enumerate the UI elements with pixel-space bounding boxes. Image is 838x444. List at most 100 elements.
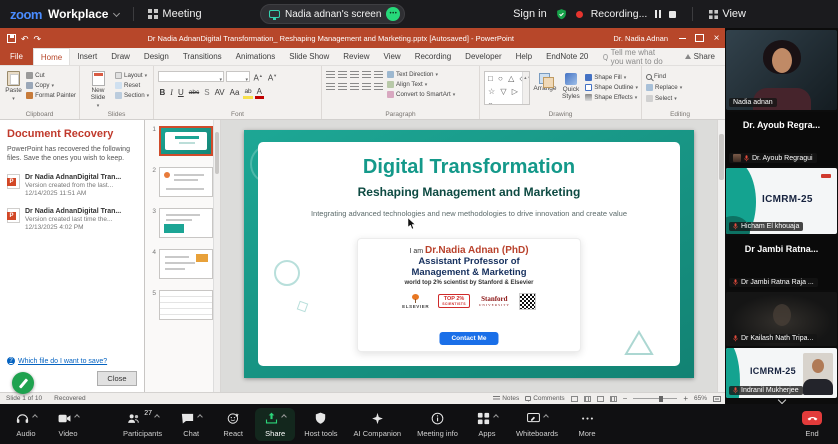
sign-in-button[interactable]: Sign in bbox=[513, 8, 547, 20]
layout-button[interactable]: Layout bbox=[115, 72, 149, 79]
chevron-up-icon[interactable] bbox=[154, 413, 160, 420]
tab-design[interactable]: Design bbox=[137, 48, 176, 65]
chevron-up-icon[interactable] bbox=[32, 413, 38, 420]
chevron-up-icon[interactable] bbox=[543, 413, 549, 420]
participants-button[interactable]: 27 Participants bbox=[116, 408, 169, 441]
slideshow-view-button[interactable] bbox=[609, 395, 617, 402]
chevron-down-icon[interactable] bbox=[113, 9, 121, 17]
recovered-file-item[interactable]: Dr Nadia AdnanDigital Tran... Version cr… bbox=[7, 174, 137, 197]
justify-icon[interactable] bbox=[362, 83, 371, 91]
slide-scrollbar[interactable] bbox=[717, 120, 725, 392]
zoom-slider[interactable] bbox=[633, 395, 678, 402]
tab-file[interactable]: File bbox=[0, 48, 33, 65]
video-tile-nadia[interactable]: Nadia adnan bbox=[726, 30, 837, 110]
tab-draw[interactable]: Draw bbox=[104, 48, 137, 65]
normal-view-button[interactable] bbox=[570, 395, 578, 402]
chat-button[interactable]: Chat bbox=[171, 408, 211, 441]
shapes-gallery-scrollbar[interactable]: ▲▼ bbox=[522, 72, 530, 104]
align-center-icon[interactable] bbox=[338, 83, 347, 91]
highlight-color-button[interactable]: ab bbox=[242, 87, 254, 99]
recovery-close-button[interactable]: Close bbox=[97, 371, 137, 386]
cut-button[interactable]: Cut bbox=[26, 72, 76, 79]
tab-developer[interactable]: Developer bbox=[458, 48, 508, 65]
increase-indent-icon[interactable] bbox=[362, 71, 371, 79]
decrease-font-button[interactable]: A bbox=[266, 71, 278, 83]
select-button[interactable]: Select bbox=[646, 95, 715, 102]
tab-slide-show[interactable]: Slide Show bbox=[282, 48, 336, 65]
chevron-up-icon[interactable] bbox=[281, 413, 288, 420]
zoom-in-button[interactable] bbox=[683, 394, 688, 403]
slide-thumbnail-2[interactable] bbox=[159, 167, 213, 197]
redo-icon[interactable] bbox=[34, 29, 42, 47]
share-options-icon[interactable] bbox=[386, 7, 401, 21]
whiteboards-button[interactable]: Whiteboards bbox=[509, 408, 565, 441]
stop-recording-button[interactable] bbox=[669, 10, 677, 18]
tab-home[interactable]: Home bbox=[32, 48, 71, 65]
tab-help[interactable]: Help bbox=[509, 48, 539, 65]
replace-button[interactable]: Replace bbox=[646, 84, 715, 91]
reading-view-button[interactable] bbox=[596, 395, 604, 402]
end-meeting-button[interactable]: End bbox=[792, 408, 832, 441]
new-slide-button[interactable]: New Slide bbox=[84, 69, 112, 109]
bold-button[interactable]: B bbox=[158, 88, 167, 97]
tell-me-box[interactable]: Tell me what you want to do bbox=[595, 48, 674, 66]
account-name[interactable]: Dr. Nadia Adnan bbox=[613, 34, 668, 43]
slide-sorter-view-button[interactable] bbox=[583, 395, 591, 402]
font-name-combo[interactable] bbox=[158, 71, 224, 83]
shape-effects-button[interactable]: Shape Effects bbox=[585, 94, 638, 101]
video-button[interactable]: Video bbox=[48, 408, 88, 441]
slide-thumbnail-3[interactable] bbox=[159, 208, 213, 238]
save-icon[interactable] bbox=[7, 33, 16, 43]
line-spacing-icon[interactable] bbox=[374, 71, 383, 79]
zoom-slider-thumb[interactable] bbox=[659, 395, 663, 402]
section-button[interactable]: Section bbox=[115, 92, 149, 99]
more-button[interactable]: More bbox=[567, 408, 607, 441]
slide-thumbnail-1[interactable] bbox=[159, 126, 213, 156]
meeting-info-button[interactable]: Meeting info bbox=[410, 408, 465, 441]
format-painter-button[interactable]: Format Painter bbox=[26, 92, 76, 99]
tab-review[interactable]: Review bbox=[336, 48, 376, 65]
tab-endnote[interactable]: EndNote 20 bbox=[539, 48, 595, 65]
tab-animations[interactable]: Animations bbox=[229, 48, 283, 65]
close-button[interactable]: × bbox=[708, 28, 725, 48]
slide-thumbnail-5[interactable] bbox=[159, 290, 213, 320]
find-button[interactable]: Find bbox=[646, 73, 715, 80]
ai-companion-button[interactable]: AI Companion bbox=[347, 408, 409, 441]
tab-insert[interactable]: Insert bbox=[70, 48, 104, 65]
shared-screen-pill[interactable]: Nadia adnan's screen bbox=[260, 4, 406, 24]
align-left-icon[interactable] bbox=[326, 83, 335, 91]
view-button[interactable]: View bbox=[709, 8, 746, 20]
italic-button[interactable]: I bbox=[169, 88, 175, 97]
font-color-button[interactable]: A bbox=[255, 87, 264, 99]
zoom-out-button[interactable] bbox=[623, 394, 628, 403]
meeting-tab[interactable]: Meeting bbox=[148, 8, 202, 20]
host-tools-button[interactable]: Host tools bbox=[297, 408, 344, 441]
floating-green-badge[interactable] bbox=[12, 372, 34, 394]
tab-recording[interactable]: Recording bbox=[408, 48, 458, 65]
video-tile-hicham[interactable]: ICMRM-25 Hicham El khouaja bbox=[726, 168, 837, 234]
font-size-combo[interactable] bbox=[226, 71, 250, 83]
comments-button[interactable]: Comments bbox=[525, 395, 565, 402]
align-right-icon[interactable] bbox=[350, 83, 359, 91]
audio-button[interactable]: Audio bbox=[6, 408, 46, 441]
shapes-gallery[interactable]: ▲▼ bbox=[484, 71, 531, 105]
shape-fill-button[interactable]: Shape Fill bbox=[585, 74, 638, 81]
recovered-file-item[interactable]: Dr Nadia AdnanDigital Tran... Version cr… bbox=[7, 208, 137, 231]
paste-button[interactable]: Paste bbox=[4, 69, 23, 102]
decrease-indent-icon[interactable] bbox=[350, 71, 359, 79]
current-slide[interactable]: Digital Transformation Reshaping Managem… bbox=[244, 130, 694, 378]
reset-button[interactable]: Reset bbox=[115, 82, 149, 89]
video-tile-indranil[interactable]: ICMRM-25 Indranil Mukherjee bbox=[726, 348, 837, 398]
pause-recording-button[interactable] bbox=[655, 10, 662, 18]
tab-view[interactable]: View bbox=[377, 48, 408, 65]
ppt-share-button[interactable]: Share bbox=[675, 48, 725, 65]
apps-button[interactable]: Apps bbox=[467, 408, 507, 441]
thumbnail-scrollbar[interactable] bbox=[213, 120, 220, 392]
change-case-button[interactable]: Aa bbox=[228, 88, 241, 97]
minimize-button[interactable] bbox=[674, 28, 691, 48]
slide-thumbnail-4[interactable] bbox=[159, 249, 213, 279]
convert-smartart-button[interactable]: Convert to SmartArt bbox=[387, 91, 455, 98]
security-shield-icon[interactable] bbox=[555, 8, 568, 21]
columns-icon[interactable] bbox=[374, 83, 383, 91]
zoom-percentage[interactable]: 65% bbox=[694, 395, 707, 402]
